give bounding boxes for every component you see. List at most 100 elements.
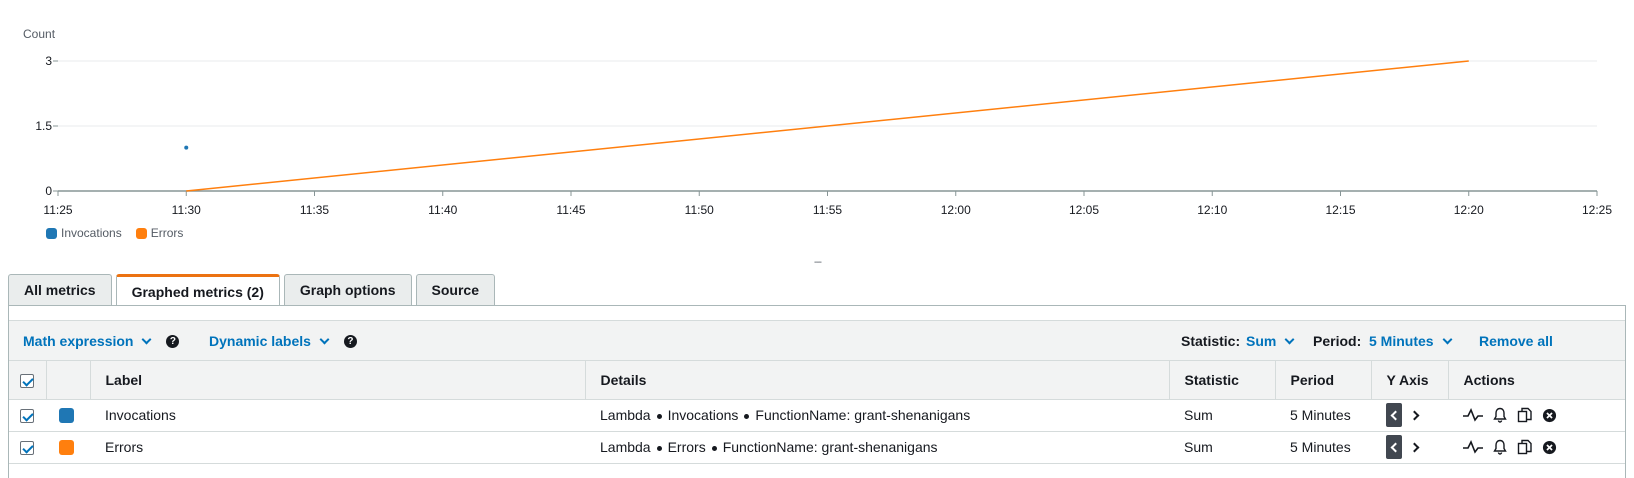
legend-item-errors[interactable]: Errors [135, 226, 184, 240]
tab-graph-options[interactable]: Graph options [283, 274, 412, 305]
dynamic-labels-label: Dynamic labels [209, 333, 311, 349]
copy-icon[interactable] [1517, 407, 1533, 423]
header-label[interactable]: Label [90, 361, 586, 400]
x-tick-label: 11:40 [428, 203, 457, 217]
header-details[interactable]: Details [585, 361, 1170, 400]
tab-source[interactable]: Source [415, 274, 495, 305]
row-checkbox[interactable] [20, 441, 34, 456]
help-icon[interactable]: ? [343, 334, 357, 348]
row-period[interactable]: 5 Minutes [1275, 399, 1371, 432]
x-tick-label: 11:50 [685, 203, 714, 217]
data-point-invocations [184, 145, 189, 150]
row-select-cell [9, 399, 46, 432]
close-circle-icon[interactable] [1542, 408, 1557, 423]
details-metric: Invocations [667, 407, 739, 423]
chevron-left-icon[interactable] [1386, 403, 1402, 427]
x-tick-label: 12:20 [1454, 203, 1484, 217]
close-circle-icon[interactable] [1542, 440, 1557, 455]
y-tick-label: 3 [45, 54, 52, 68]
header-y-axis: Y Axis [1371, 361, 1449, 400]
tab-all-metrics[interactable]: All metrics [8, 274, 112, 305]
graph-line-icon[interactable] [1463, 440, 1483, 454]
header-select-all[interactable] [9, 361, 47, 400]
header-actions: Actions [1448, 361, 1625, 400]
metrics-chart: Count 0 1.5 3 11:25 11:30 11:35 11:40 11:45 11:50… [23, 27, 1612, 217]
legend-swatch-invocations [46, 227, 57, 239]
header-color [46, 361, 91, 400]
row-label[interactable]: Invocations [90, 399, 585, 432]
details-namespace: Lambda [600, 439, 651, 455]
legend-label: Invocations [61, 226, 122, 240]
chart-legend: Invocations Errors [46, 226, 183, 240]
bullet-icon [711, 445, 717, 451]
graph-line-icon[interactable] [1463, 408, 1483, 422]
color-swatch[interactable] [59, 440, 74, 456]
row-details: Lambda Errors FunctionName: grant-shenanig… [585, 431, 1169, 464]
period-value: 5 Minutes [1369, 333, 1434, 349]
y-tick-label: 1.5 [35, 119, 52, 133]
copy-icon[interactable] [1517, 439, 1533, 455]
row-actions [1448, 431, 1625, 464]
color-swatch[interactable] [59, 408, 74, 424]
details-dimension: FunctionName: grant-shenanigans [722, 439, 938, 455]
x-tick-label: 12:00 [941, 203, 971, 217]
details-namespace: Lambda [600, 407, 651, 423]
math-expression-label: Math expression [23, 333, 134, 349]
legend-label: Errors [150, 226, 184, 240]
header-statistic[interactable]: Statistic [1169, 361, 1276, 400]
row-select-cell [9, 431, 46, 464]
table-row: Invocations Lambda Invocations FunctionNam… [9, 399, 1625, 432]
graphed-metrics-panel: Math expression ? Dynamic labels ? Stati… [8, 305, 1626, 478]
statistic-value: Sum [1246, 333, 1277, 349]
row-actions [1448, 399, 1625, 432]
x-tick-label: 12:25 [1582, 203, 1612, 217]
x-tick-label: 11:25 [43, 203, 72, 217]
bell-icon[interactable] [1492, 407, 1508, 423]
dynamic-labels-dropdown[interactable]: Dynamic labels ? [209, 333, 357, 349]
x-tick-label: 12:10 [1197, 203, 1227, 217]
x-tick-label: 11:35 [300, 203, 329, 217]
row-color-cell [46, 399, 90, 432]
chevron-down-icon [142, 334, 152, 344]
details-metric: Errors [667, 439, 706, 455]
row-label[interactable]: Errors [90, 431, 585, 464]
period-label: Period: [1313, 333, 1362, 349]
row-period[interactable]: 5 Minutes [1275, 431, 1371, 464]
y-tick-label: 0 [45, 184, 52, 198]
bullet-icon [656, 445, 662, 451]
statistic-dropdown[interactable]: Sum [1246, 333, 1297, 349]
x-tick-label: 11:45 [556, 203, 585, 217]
chevron-right-icon[interactable] [1408, 435, 1424, 459]
x-tick-label: 11:55 [813, 203, 842, 217]
details-dimension: FunctionName: grant-shenanigans [755, 407, 971, 423]
row-y-axis [1371, 399, 1448, 432]
x-tick-label: 12:15 [1325, 203, 1355, 217]
chevron-down-icon [319, 334, 330, 344]
tab-bar: All metrics Graphed metrics (2) Graph op… [8, 274, 495, 306]
row-statistic[interactable]: Sum [1169, 431, 1275, 464]
y-axis-label: Count [23, 27, 56, 41]
header-period[interactable]: Period [1275, 361, 1372, 400]
tab-graphed-metrics[interactable]: Graphed metrics (2) [115, 274, 280, 306]
help-icon[interactable]: ? [166, 334, 180, 348]
remove-all-button[interactable]: Remove all [1479, 333, 1553, 349]
resize-handle[interactable]: --- [814, 257, 822, 268]
metrics-table: Label Details Statistic Period Y Axis Ac… [9, 361, 1625, 464]
select-all-checkbox[interactable] [20, 373, 34, 388]
chevron-right-icon[interactable] [1408, 403, 1424, 427]
row-checkbox[interactable] [20, 409, 34, 424]
chevron-left-icon[interactable] [1386, 435, 1402, 459]
legend-item-invocations[interactable]: Invocations [46, 226, 122, 240]
bell-icon[interactable] [1492, 439, 1508, 455]
math-expression-dropdown[interactable]: Math expression ? [23, 333, 180, 349]
bullet-icon [656, 413, 662, 419]
bullet-icon [744, 413, 750, 419]
x-tick-label: 12:05 [1069, 203, 1099, 217]
legend-swatch-errors [135, 227, 147, 239]
chevron-down-icon [1442, 334, 1453, 344]
x-tick-label: 11:30 [172, 203, 201, 217]
row-statistic[interactable]: Sum [1169, 399, 1275, 432]
period-dropdown[interactable]: 5 Minutes [1369, 333, 1455, 349]
table-header-row: Label Details Statistic Period Y Axis Ac… [9, 361, 1625, 400]
row-color-cell [46, 431, 90, 464]
